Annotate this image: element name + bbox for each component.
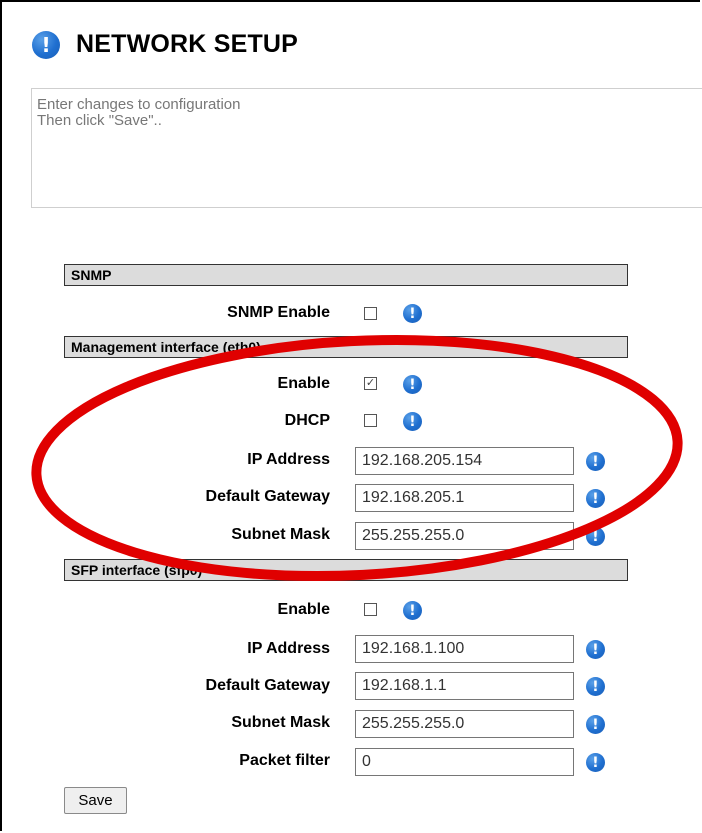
sfp-default-gateway-info-icon[interactable]: ! [586, 677, 605, 696]
mgmt-ip-address-label: IP Address [247, 451, 330, 468]
sfp-ip-address-label: IP Address [247, 640, 330, 657]
mgmt-enable-info-icon[interactable]: ! [403, 375, 422, 394]
sfp-ip-address-input[interactable] [355, 635, 574, 663]
sfp-packet-filter-label: Packet filter [239, 752, 330, 769]
sfp-subnet-mask-label: Subnet Mask [231, 714, 330, 731]
sfp-enable-label: Enable [277, 601, 330, 618]
page-title: NETWORK SETUP [76, 30, 299, 58]
sfp-packet-filter-input[interactable] [355, 748, 574, 776]
sfp-packet-filter-info-icon[interactable]: ! [586, 753, 605, 772]
mgmt-dhcp-checkbox[interactable] [364, 414, 377, 427]
sfp-ip-address-info-icon[interactable]: ! [586, 640, 605, 659]
sfp-default-gateway-input[interactable] [355, 672, 574, 700]
mgmt-default-gateway-info-icon[interactable]: ! [586, 489, 605, 508]
snmp-enable-checkbox[interactable] [364, 307, 377, 320]
mgmt-ip-address-info-icon[interactable]: ! [586, 452, 605, 471]
sfp-subnet-mask-info-icon[interactable]: ! [586, 715, 605, 734]
save-button[interactable]: Save [64, 787, 127, 814]
mgmt-default-gateway-label: Default Gateway [205, 488, 330, 505]
page-header: ! NETWORK SETUP [32, 30, 298, 59]
section-header-snmp: SNMP [64, 264, 628, 286]
mgmt-dhcp-info-icon[interactable]: ! [403, 412, 422, 431]
mgmt-dhcp-label: DHCP [284, 412, 330, 429]
section-header-sfp: SFP interface (sfp0) [64, 559, 628, 581]
mgmt-ip-address-input[interactable] [355, 447, 574, 475]
sfp-enable-checkbox[interactable] [364, 603, 377, 616]
section-header-management: Management interface (eth0) [64, 336, 628, 358]
mgmt-subnet-mask-info-icon[interactable]: ! [586, 527, 605, 546]
mgmt-default-gateway-input[interactable] [355, 484, 574, 512]
sfp-enable-info-icon[interactable]: ! [403, 601, 422, 620]
mgmt-subnet-mask-label: Subnet Mask [231, 526, 330, 543]
status-message-box: Enter changes to configuration Then clic… [31, 88, 702, 208]
mgmt-subnet-mask-input[interactable] [355, 522, 574, 550]
mgmt-enable-checkbox[interactable]: ✓ [364, 377, 377, 390]
snmp-enable-label: SNMP Enable [227, 304, 330, 321]
sfp-default-gateway-label: Default Gateway [205, 677, 330, 694]
sfp-subnet-mask-input[interactable] [355, 710, 574, 738]
snmp-enable-info-icon[interactable]: ! [403, 304, 422, 323]
info-icon: ! [32, 30, 60, 59]
mgmt-enable-label: Enable [277, 375, 330, 392]
page-frame: ! NETWORK SETUP Enter changes to configu… [0, 0, 702, 831]
